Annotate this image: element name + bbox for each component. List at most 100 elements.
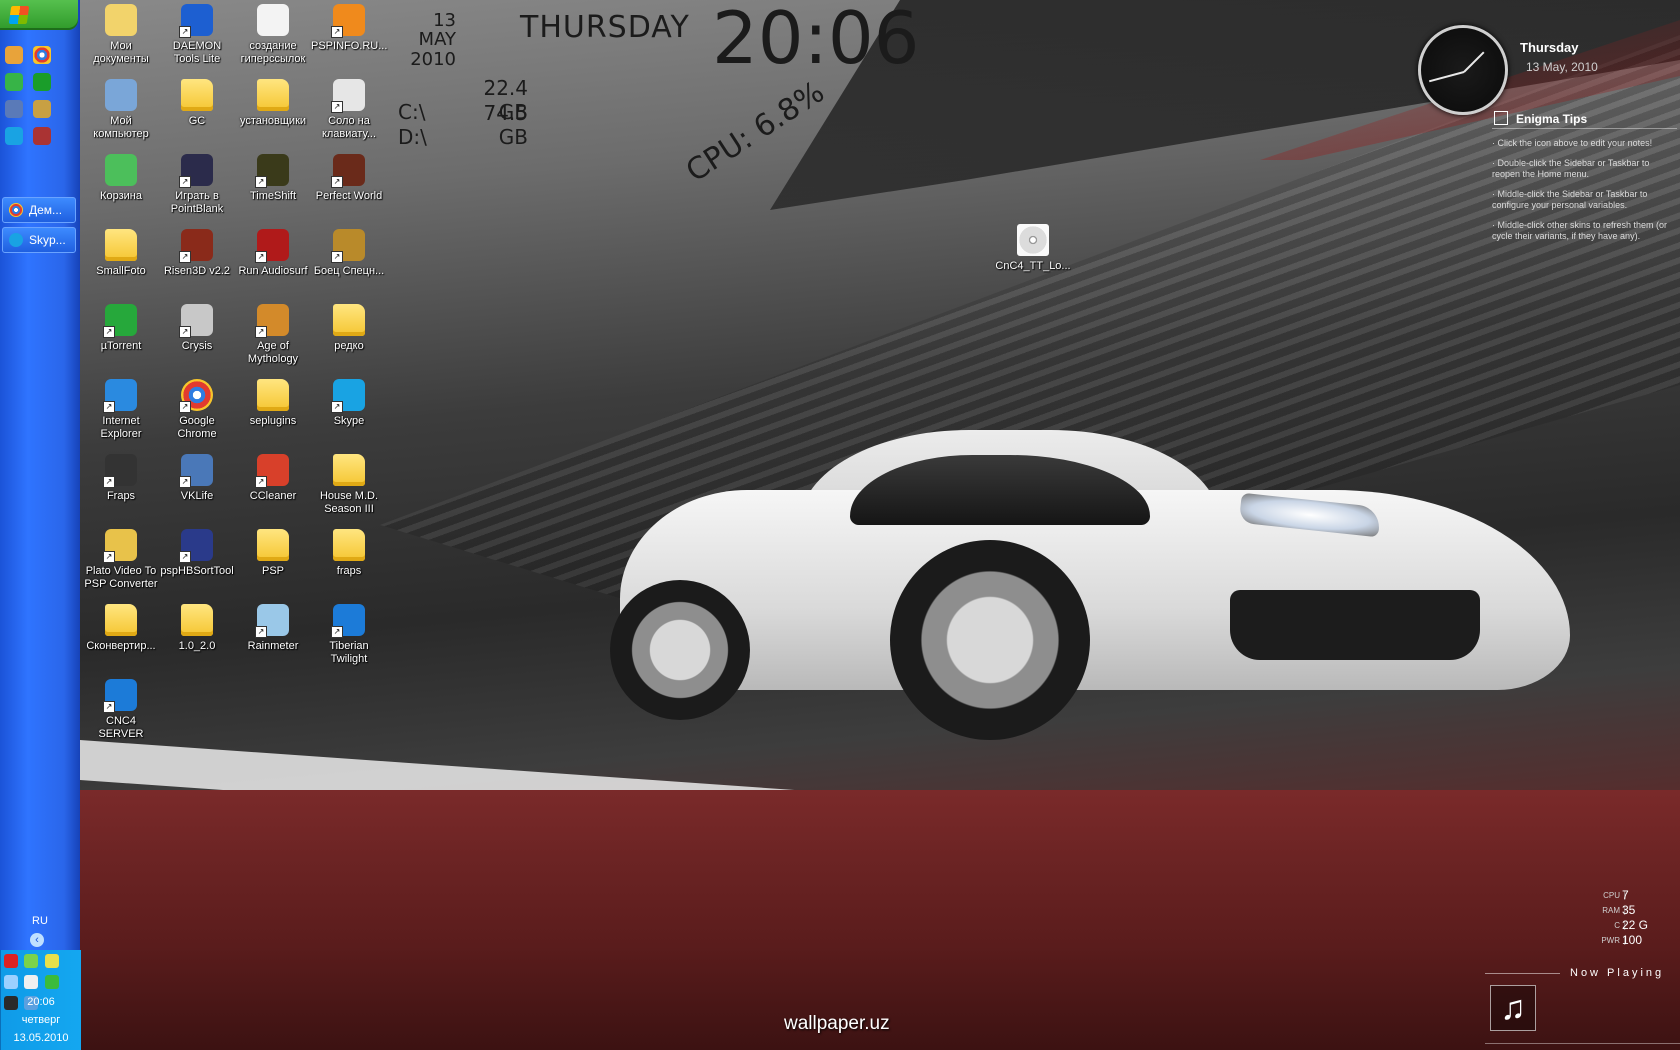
desktop-icon-label: Perfect World <box>315 190 383 202</box>
quick-launch-app-icon[interactable] <box>5 46 23 64</box>
desktop-icon[interactable]: создание гиперссылок <box>235 4 311 66</box>
desktop-icon[interactable]: CnC4_TT_Lo... <box>995 224 1071 273</box>
desktop-icon-label: TimeShift <box>249 190 297 202</box>
start-button[interactable] <box>0 0 78 30</box>
divider <box>1485 973 1560 974</box>
language-indicator[interactable]: RU <box>0 915 80 927</box>
now-playing-label: Now Playing <box>1570 967 1665 979</box>
desktop-icon-label: DAEMON Tools Lite <box>172 40 222 65</box>
quick-launch-app-icon[interactable] <box>33 100 52 118</box>
chrome-icon[interactable] <box>33 46 52 64</box>
desktop-icon-label: Fraps <box>106 490 136 502</box>
analog-clock <box>1418 25 1508 115</box>
desktop-icon[interactable]: ↗ Боец Спецн... <box>311 229 387 278</box>
desktop-icon[interactable]: ↗ Perfect World <box>311 154 387 203</box>
stat-key: CPU <box>1603 891 1620 900</box>
folder-icon <box>181 604 213 636</box>
desktop-icon[interactable]: Корзина <box>83 154 159 203</box>
desktop-icon[interactable]: ↗ Risen3D v2.2 <box>159 229 235 278</box>
desktop-icon[interactable]: ↗ PSPINFO.RU... <box>311 4 387 53</box>
desktop-icon[interactable]: ↗ Соло на клавиату... <box>311 79 387 141</box>
desktop-icon[interactable]: fraps <box>311 529 387 578</box>
desktop-icon[interactable]: Мой компьютер <box>83 79 159 141</box>
enigma-tips-header[interactable]: Enigma Tips <box>1492 110 1677 129</box>
folder-icon <box>257 529 289 561</box>
desktop-icon[interactable]: редко <box>311 304 387 353</box>
desktop-icon-label: редко <box>334 340 364 352</box>
desktop-icon[interactable]: SmallFoto <box>83 229 159 278</box>
desktop-icon[interactable]: ↗ Skype <box>311 379 387 428</box>
desktop-icon[interactable]: ↗ Crysis <box>159 304 235 353</box>
enigma-tips-widget: Enigma Tips · Click the icon above to ed… <box>1492 110 1677 242</box>
desktop-icon[interactable]: seplugins <box>235 379 311 428</box>
desktop-icon[interactable]: ↗ Tiberian Twilight <box>311 604 387 666</box>
desktop-icon[interactable]: ↗ pspHBSortTool <box>159 529 235 578</box>
shortcut-arrow-icon: ↗ <box>331 401 343 413</box>
chevron-left-icon[interactable]: ‹ <box>30 933 44 947</box>
desktop-icon[interactable]: ↗ CNC4 SERVER <box>83 679 159 741</box>
utorrent-icon[interactable] <box>33 73 52 91</box>
taskbar-task-skype[interactable]: Skyp... <box>2 227 76 253</box>
desktop-icon[interactable]: ↗ CCleaner <box>235 454 311 503</box>
tray-clock-time[interactable]: 20:06 <box>1 996 81 1008</box>
stat-row-pwr: PWR | 100 <box>1601 933 1643 947</box>
shortcut-arrow-icon: ↗ <box>331 626 343 638</box>
desktop-icon[interactable]: House M.D. Season III <box>311 454 387 516</box>
notes-edit-icon[interactable] <box>1494 111 1508 125</box>
quick-launch-app-icon[interactable] <box>33 127 52 145</box>
desktop-icon[interactable]: ↗ Age of Mythology <box>235 304 311 366</box>
taskbar: Дем... Skyp... RU ‹ 20:06 четверг 13.05.… <box>0 0 81 1050</box>
shortcut-arrow-icon: ↗ <box>179 551 191 563</box>
internet-explorer-icon: ↗ <box>103 379 137 413</box>
desktop-icon-label: µTorrent <box>100 340 142 352</box>
desktop-icon[interactable]: ↗ Internet Explorer <box>83 379 159 441</box>
utorrent-icon[interactable] <box>44 975 59 989</box>
ati-icon[interactable] <box>4 954 18 968</box>
desktop-icon[interactable]: ↗ DAEMON Tools Lite <box>159 4 235 66</box>
rainmeter-icon: ↗ <box>255 604 289 638</box>
clock-weekday: Thursday <box>1520 40 1579 55</box>
desktop-icon[interactable]: ↗ µTorrent <box>83 304 159 353</box>
desktop-icon[interactable]: ↗ Rainmeter <box>235 604 311 653</box>
desktop-icon[interactable]: ↗ Играть в PointBlank <box>159 154 235 216</box>
desktop-icon-label: Мои документы <box>93 40 149 65</box>
tip-item: · Double-click the Sidebar or Taskbar to… <box>1492 158 1650 179</box>
desktop-icon-label: Skype <box>333 415 365 427</box>
folder-icon <box>105 229 137 261</box>
shortcut-arrow-icon: ↗ <box>179 26 191 38</box>
timeshift-icon: ↗ <box>255 154 289 188</box>
tray-app-icon[interactable] <box>4 975 18 989</box>
desktop-icon-label: CnC4_TT_Lo... <box>995 260 1071 272</box>
shortcut-arrow-icon: ↗ <box>255 326 267 338</box>
desktop-icon[interactable]: ↗ TimeShift <box>235 154 311 203</box>
desktop-icon[interactable]: ↗ Plato Video To PSP Converter <box>83 529 159 591</box>
shortcut-arrow-icon: ↗ <box>103 551 115 563</box>
tray-app-icon[interactable] <box>24 954 39 968</box>
desktop-icon-label: Plato Video To PSP Converter <box>84 565 158 590</box>
desktop-icon[interactable]: Мои документы <box>83 4 159 66</box>
desktop-icon[interactable]: установщики <box>235 79 311 128</box>
tip-item: · Middle-click the Sidebar or Taskbar to… <box>1492 189 1648 210</box>
tray-app-icon[interactable] <box>44 954 59 968</box>
skype-icon[interactable] <box>5 127 23 145</box>
desktop-icon[interactable]: PSP <box>235 529 311 578</box>
enigma-tips-title: Enigma Tips <box>1516 112 1588 126</box>
taskbar-task-chrome[interactable]: Дем... <box>2 197 76 223</box>
drive-letter: D:\ <box>398 125 427 149</box>
desktop-icon[interactable]: ↗ Run Audiosurf <box>235 229 311 278</box>
desktop-icon[interactable]: 1.0_2.0 <box>159 604 235 653</box>
desktop-icon-label: Мой компьютер <box>93 115 149 140</box>
desktop-icon[interactable]: ↗ VKLife <box>159 454 235 503</box>
stat-row-c: C | 22 G <box>1614 918 1649 932</box>
desktop-icon[interactable]: ↗ Google Chrome <box>159 379 235 441</box>
desktop-icon[interactable]: Сконвертир... <box>83 604 159 653</box>
desktop-icon[interactable]: ↗ Fraps <box>83 454 159 503</box>
shortcut-arrow-icon: ↗ <box>331 251 343 263</box>
quick-launch-app-icon[interactable] <box>5 73 23 91</box>
folder-icon <box>333 454 365 486</box>
desktop-icon[interactable]: GC <box>159 79 235 128</box>
tray-app-icon[interactable] <box>24 975 39 989</box>
music-note-icon[interactable]: ♫ <box>1490 985 1536 1031</box>
my-documents-icon <box>105 4 137 36</box>
quick-launch-app-icon[interactable] <box>5 100 23 118</box>
